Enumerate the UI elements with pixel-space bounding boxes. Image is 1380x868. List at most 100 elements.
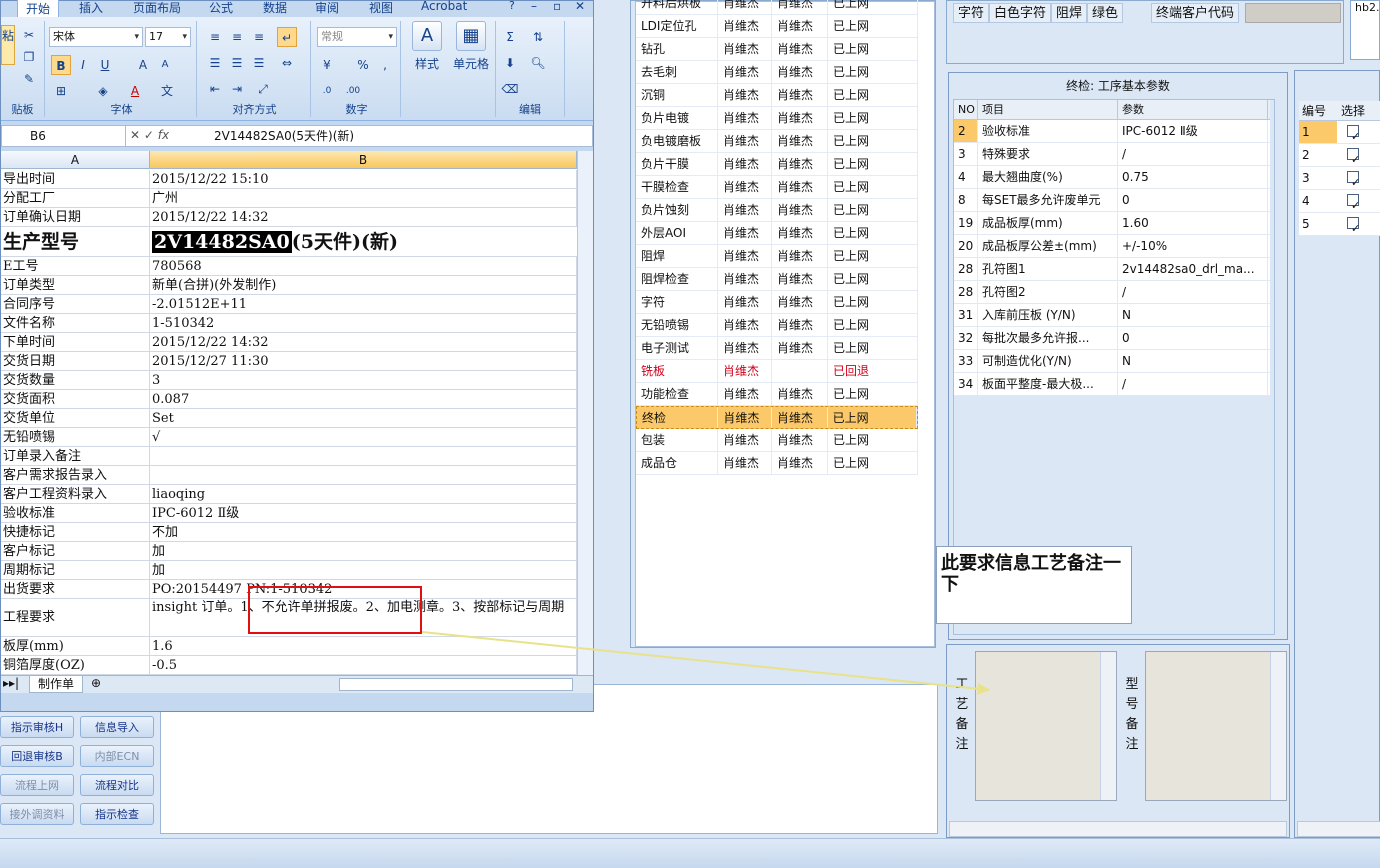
sort-filter-icon[interactable]: ⇅ — [528, 27, 548, 47]
phonetic-icon[interactable]: 文 — [157, 81, 177, 101]
param-row[interactable]: 32 每批次最多允许报... 0 — [954, 327, 1270, 350]
comma-icon[interactable]: , — [375, 55, 395, 75]
cell-field-value[interactable]: 不加 — [150, 523, 577, 541]
param-row[interactable]: 28 孔符图1 2v14482sa0_drl_ma... — [954, 258, 1270, 281]
cell-field-value[interactable]: 2015/12/27 11:30 — [150, 352, 577, 370]
selection-row[interactable]: 1 ✓ — [1299, 121, 1380, 144]
process-row[interactable]: 电子测试 肖维杰 肖维杰 已上网 — [636, 337, 918, 360]
process-row[interactable]: LDI定位孔 肖维杰 肖维杰 已上网 — [636, 15, 918, 38]
grow-font-icon[interactable]: A — [133, 55, 153, 75]
model-remark-scrollbar[interactable] — [1270, 652, 1286, 800]
remarks-horizontal-scrollbar[interactable] — [949, 821, 1287, 837]
cell-field-value[interactable]: 0.087 — [150, 390, 577, 408]
process-row[interactable]: 包装 肖维杰 肖维杰 已上网 — [636, 429, 918, 452]
cell-field-label[interactable]: 交货日期 — [1, 352, 150, 370]
param-row[interactable]: 4 最大翘曲度(%) 0.75 — [954, 166, 1270, 189]
align-left-icon[interactable]: ☰ — [205, 53, 225, 73]
formula-input[interactable]: 2V14482SA0(5天件)(新) — [214, 126, 354, 146]
tab-page-layout[interactable]: 页面布局 — [133, 0, 181, 16]
align-center-icon[interactable]: ☰ — [227, 53, 247, 73]
process-row[interactable]: 功能检查 肖维杰 肖维杰 已上网 — [636, 383, 918, 406]
column-header-a[interactable]: A — [1, 151, 150, 168]
cancel-formula-icon[interactable]: ✕ — [130, 128, 140, 142]
process-row[interactable]: 终检 肖维杰 肖维杰 已上网 — [636, 406, 918, 429]
checkbox-checked-icon[interactable]: ✓ — [1347, 194, 1360, 212]
param-row[interactable]: 31 入库前压板 (Y/N) N — [954, 304, 1270, 327]
number-format-select[interactable]: 常规 — [317, 27, 397, 47]
checkbox-checked-icon[interactable]: ✓ — [1347, 217, 1360, 235]
tab-data[interactable]: 数据 — [263, 0, 287, 16]
cell-field-label[interactable]: 分配工厂 — [1, 189, 150, 207]
close-icon[interactable]: ✕ — [575, 0, 585, 13]
param-row[interactable]: 34 板面平整度-最大极... / — [954, 373, 1270, 396]
cell-field-label[interactable]: 交货单位 — [1, 409, 150, 427]
percent-icon[interactable]: % — [353, 55, 373, 75]
tab-home[interactable]: 开始 — [17, 0, 60, 17]
currency-icon[interactable]: ¥ — [317, 55, 337, 75]
underline-icon[interactable]: U — [95, 55, 115, 75]
cell-field-value[interactable]: IPC-6012 Ⅱ级 — [150, 504, 577, 522]
cell-field-value[interactable]: 780568 — [150, 257, 577, 275]
checkbox-checked-icon[interactable]: ✓ — [1347, 171, 1360, 189]
help-icon[interactable]: ? — [509, 0, 515, 12]
cell-field-label[interactable]: 交货面积 — [1, 390, 150, 408]
checkbox-checked-icon[interactable]: ✓ — [1347, 125, 1360, 143]
process-row[interactable]: 阻焊检查 肖维杰 肖维杰 已上网 — [636, 268, 918, 291]
process-row[interactable]: 负电镀磨板 肖维杰 肖维杰 已上网 — [636, 130, 918, 153]
process-row[interactable]: 无铅喷锡 肖维杰 肖维杰 已上网 — [636, 314, 918, 337]
cell-field-value[interactable]: -0.5 — [150, 656, 577, 674]
process-row[interactable]: 钻孔 肖维杰 肖维杰 已上网 — [636, 38, 918, 61]
cell-field-label[interactable]: 客户工程资料录入 — [1, 485, 150, 503]
tab-insert[interactable]: 插入 — [79, 0, 103, 16]
cell-field-value[interactable]: liaoqing — [150, 485, 577, 503]
align-top-icon[interactable]: ≡ — [205, 27, 225, 47]
cell-field-value[interactable]: 1.6 — [150, 637, 577, 655]
tab-formulas[interactable]: 公式 — [209, 0, 233, 16]
enter-formula-icon[interactable]: ✓ — [144, 128, 154, 142]
params-header-no[interactable]: NO — [954, 100, 978, 119]
font-color-icon[interactable]: A — [125, 81, 145, 101]
params-header-item[interactable]: 项目 — [978, 100, 1118, 119]
cell-field-label[interactable]: 铜箔厚度(OZ) — [1, 656, 150, 674]
cell-field-label[interactable]: 出货要求 — [1, 580, 150, 598]
cell-field-label[interactable]: 周期标记 — [1, 561, 150, 579]
cell-field-value[interactable]: 2V14482SA0 (5天件)(新) — [150, 227, 577, 256]
check-instruction-button[interactable]: 指示检查 — [80, 803, 154, 825]
approve-instruction-button[interactable]: 指示审核H — [0, 716, 74, 738]
minimize-icon[interactable]: – — [531, 0, 537, 13]
process-remark-scrollbar[interactable] — [1100, 652, 1116, 800]
decrease-decimal-icon[interactable]: .00 — [343, 81, 363, 101]
process-row[interactable]: 负片干膜 肖维杰 肖维杰 已上网 — [636, 153, 918, 176]
internal-ecn-button[interactable]: 内部ECN — [80, 745, 154, 767]
orientation-icon[interactable]: ⤢ — [253, 79, 273, 99]
cell-field-label[interactable]: 下单时间 — [1, 333, 150, 351]
font-name-select[interactable]: 宋体 — [49, 27, 143, 47]
align-right-icon[interactable]: ☰ — [249, 53, 269, 73]
selection-row[interactable]: 2 ✓ — [1299, 144, 1380, 167]
cell-field-value[interactable] — [150, 466, 577, 484]
increase-decimal-icon[interactable]: .0 — [317, 81, 337, 101]
cell-field-label[interactable]: 工程要求 — [1, 599, 150, 636]
cell-field-label[interactable]: 板厚(mm) — [1, 637, 150, 655]
cell-field-label[interactable]: 验收标准 — [1, 504, 150, 522]
cell-field-value[interactable]: 加 — [150, 542, 577, 560]
bold-icon[interactable]: B — [51, 55, 71, 75]
restore-icon[interactable]: ▫ — [553, 0, 561, 13]
cell-field-label[interactable]: 订单类型 — [1, 276, 150, 294]
tab-view[interactable]: 视图 — [369, 0, 393, 16]
process-row[interactable]: 外层AOI 肖维杰 肖维杰 已上网 — [636, 222, 918, 245]
cell-field-value[interactable]: -2.01512E+11 — [150, 295, 577, 313]
fill-icon[interactable]: ⬇ — [500, 53, 520, 73]
param-row[interactable]: 20 成品板厚公差±(mm) +/-10% — [954, 235, 1270, 258]
flow-upload-button[interactable]: 流程上网 — [0, 774, 74, 796]
italic-icon[interactable]: I — [73, 55, 93, 75]
cell-field-label[interactable]: 生产型号 — [1, 227, 150, 256]
sheet-horizontal-scrollbar[interactable] — [339, 678, 573, 691]
increase-indent-icon[interactable]: ⇥ — [227, 79, 247, 99]
align-bottom-icon[interactable]: ≡ — [249, 27, 269, 47]
cell-field-label[interactable]: 交货数量 — [1, 371, 150, 389]
param-row[interactable]: 2 验收标准 IPC-6012 Ⅱ级 — [954, 120, 1270, 143]
align-middle-icon[interactable]: ≡ — [227, 27, 247, 47]
cell-field-label[interactable]: 文件名称 — [1, 314, 150, 332]
cell-field-value[interactable]: Set — [150, 409, 577, 427]
